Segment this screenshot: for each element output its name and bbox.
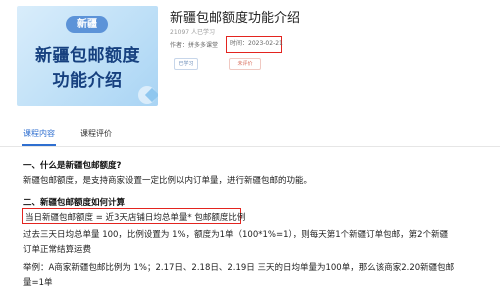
case-text-line2: 量=1单	[23, 278, 53, 288]
author-info: 作者：拼多多课堂	[170, 42, 219, 49]
tab-course-content[interactable]: 课程内容	[23, 128, 55, 139]
publish-time: 时间：2023-02-21	[226, 36, 283, 53]
section2-heading: 二、新疆包邮额度如何计算	[23, 198, 126, 208]
case-text-line1: 举例：A商家新疆包邮比例为 1%；2.17日、2.18日、2.19日 三天的日均…	[23, 263, 455, 273]
section1-text: 新疆包邮额度，是支持商家设置一定比例以内订单量，进行新疆包邮的功能。	[23, 176, 313, 186]
course-tabs: 课程内容 课程评价	[0, 124, 500, 147]
tab-course-review[interactable]: 课程评价	[80, 128, 112, 139]
region-tag: 新疆	[66, 16, 108, 33]
learner-count: 21097 人已学习	[170, 29, 215, 36]
thumbnail-title-line2: 功能介绍	[52, 71, 123, 91]
course-title: 新疆包邮额度功能介绍	[170, 11, 301, 26]
thumbnail-title-line1: 新疆包邮额度	[35, 46, 140, 66]
active-tab-indicator	[22, 144, 56, 146]
example-text-line1: 过去三天日均总单量 100，比例设置为 1%，额度为1单（100*1%=1），则…	[23, 230, 449, 240]
unrated-badge[interactable]: 未评价	[229, 58, 261, 70]
learned-badge: 已学习	[174, 58, 198, 70]
formula-text: 当日新疆包邮额度 = 近3天店铺日均总单量* 包邮额度比例	[25, 213, 246, 223]
section1-heading: 一、什么是新疆包邮额度?	[23, 161, 122, 171]
example-text-line2: 订单正常结算运费	[23, 245, 92, 255]
course-thumbnail[interactable]: 新疆 新疆包邮额度 功能介绍	[17, 6, 158, 106]
